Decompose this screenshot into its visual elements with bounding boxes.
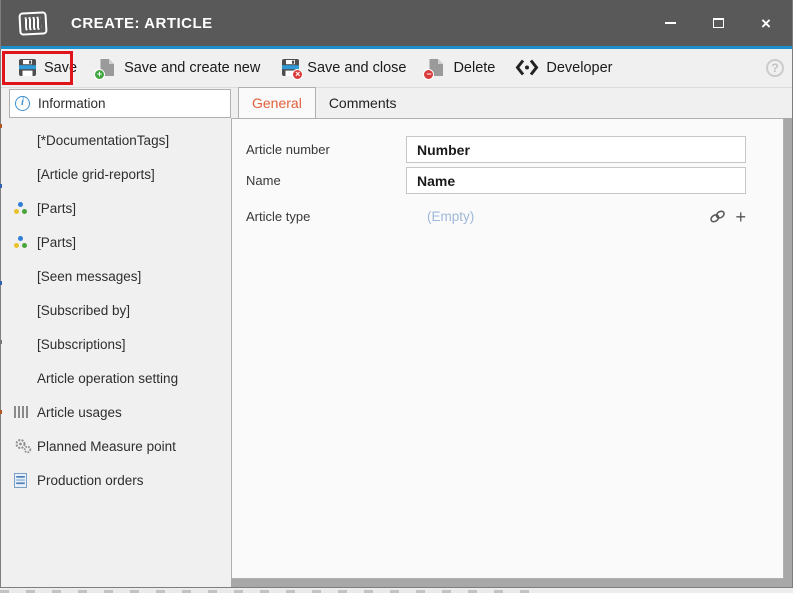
save-label: Save: [44, 60, 77, 76]
field-row-name: Name: [246, 167, 769, 194]
save-and-close-button[interactable]: × Save and close: [273, 53, 413, 83]
sidebar-item-label: Planned Measure point: [37, 439, 176, 454]
field-row-article-number: Article number: [246, 136, 769, 163]
article-type-label: Article type: [246, 209, 406, 224]
window-controls: ×: [646, 0, 790, 46]
maximize-icon: [713, 18, 724, 28]
sidebar: i Information [*DocumentationTags] [Arti…: [1, 88, 231, 587]
article-type-value: (Empty): [427, 209, 474, 224]
barcode-bars: [25, 16, 42, 30]
delete-button[interactable]: − Delete: [419, 53, 502, 83]
sidebar-item-label: Production orders: [37, 473, 144, 488]
window-title: CREATE: ARTICLE: [71, 15, 213, 32]
parts-icon: [14, 202, 37, 215]
add-badge-icon: +: [94, 69, 105, 80]
document-add-icon: +: [97, 58, 117, 78]
name-input[interactable]: [406, 167, 746, 194]
minimize-icon: [665, 22, 676, 24]
maximize-button[interactable]: [694, 0, 742, 46]
sidebar-item-article-operation-setting[interactable]: Article operation setting: [1, 361, 231, 395]
barcode-app-icon: [18, 11, 47, 35]
sidebar-item-label: [Parts]: [37, 235, 76, 250]
developer-label: Developer: [546, 60, 612, 76]
titlebar: CREATE: ARTICLE ×: [1, 0, 792, 46]
screen-edge-artifact: [0, 184, 2, 188]
sidebar-item-subscribed-by[interactable]: [Subscribed by]: [1, 293, 231, 327]
floppy-close-icon: ×: [280, 58, 300, 78]
tab-comments[interactable]: Comments: [316, 88, 410, 118]
document-list-icon: [14, 473, 37, 488]
sidebar-item-article-grid-reports[interactable]: [Article grid-reports]: [1, 157, 231, 191]
sidebar-item-label: Information: [38, 96, 106, 111]
sidebar-item-label: [Subscriptions]: [37, 337, 126, 352]
field-row-article-type: Article type (Empty) +: [246, 203, 769, 230]
remove-badge-icon: −: [423, 69, 434, 80]
tab-general[interactable]: General: [238, 87, 316, 118]
sidebar-item-parts-2[interactable]: [Parts]: [1, 225, 231, 259]
screen-edge-artifact: [0, 281, 2, 285]
close-button[interactable]: ×: [742, 0, 790, 46]
toolbar: Save + Save and create new × Save and cl…: [1, 49, 792, 88]
link-icon[interactable]: [709, 209, 726, 224]
article-number-input[interactable]: [406, 136, 746, 163]
screen-edge-artifact: [0, 124, 2, 128]
screen-edge-artifact: [0, 340, 2, 344]
sidebar-item-seen-messages[interactable]: [Seen messages]: [1, 259, 231, 293]
create-article-window: CREATE: ARTICLE × Save + Save and: [0, 0, 793, 588]
sidebar-item-information[interactable]: i Information: [9, 89, 231, 118]
name-label: Name: [246, 173, 406, 188]
article-number-label: Article number: [246, 142, 406, 157]
minimize-button[interactable]: [646, 0, 694, 46]
developer-button[interactable]: Developer: [508, 53, 619, 83]
code-brackets-icon: [515, 58, 539, 78]
sidebar-item-label: [*DocumentationTags]: [37, 133, 169, 148]
document-remove-icon: −: [426, 58, 446, 78]
sidebar-item-label: [Parts]: [37, 201, 76, 216]
close-badge-icon: ×: [292, 69, 303, 80]
general-tab-panel: Article number Name Article type (Empty): [231, 118, 784, 579]
parts-icon: [14, 236, 37, 249]
help-button[interactable]: ?: [766, 59, 784, 77]
sidebar-item-article-usages[interactable]: Article usages: [1, 395, 231, 429]
article-type-lookup[interactable]: (Empty) +: [406, 208, 746, 226]
close-icon: ×: [761, 15, 771, 32]
delete-label: Delete: [453, 60, 495, 76]
save-and-close-label: Save and close: [307, 60, 406, 76]
sidebar-item-label: Article usages: [37, 405, 122, 420]
add-icon[interactable]: +: [735, 208, 746, 226]
save-floppy-icon: [17, 58, 37, 78]
sidebar-item-subscriptions[interactable]: [Subscriptions]: [1, 327, 231, 361]
sidebar-item-label: [Seen messages]: [37, 269, 141, 284]
main-area: General Comments Article number Name Art…: [231, 88, 792, 587]
gears-icon: [14, 438, 37, 454]
sidebar-item-planned-measure-point[interactable]: Planned Measure point: [1, 429, 231, 463]
window-body: i Information [*DocumentationTags] [Arti…: [1, 88, 792, 587]
tab-bar: General Comments: [231, 88, 792, 118]
sidebar-item-label: Article operation setting: [37, 371, 178, 386]
sidebar-item-parts-1[interactable]: [Parts]: [1, 191, 231, 225]
sidebar-item-label: [Subscribed by]: [37, 303, 130, 318]
sidebar-item-documentationtags[interactable]: [*DocumentationTags]: [1, 123, 231, 157]
sidebar-item-production-orders[interactable]: Production orders: [1, 463, 231, 497]
save-and-create-new-label: Save and create new: [124, 60, 260, 76]
info-icon: i: [15, 96, 38, 111]
sidebar-item-label: [Article grid-reports]: [37, 167, 155, 182]
screen-edge-artifact-bottom: [0, 588, 793, 593]
screen: CREATE: ARTICLE × Save + Save and: [0, 0, 793, 593]
barcode-icon: [14, 406, 37, 418]
save-and-create-new-button[interactable]: + Save and create new: [90, 53, 267, 83]
screen-edge-artifact: [0, 410, 2, 414]
save-button[interactable]: Save: [10, 53, 84, 83]
